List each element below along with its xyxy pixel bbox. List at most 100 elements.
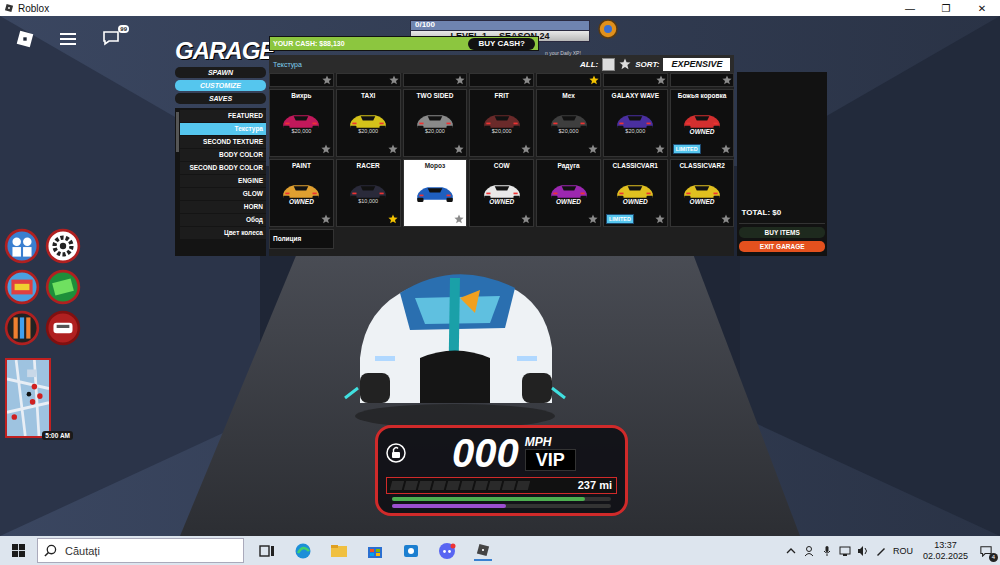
players-icon[interactable] [4,228,40,264]
hidden-icons-chevron-icon[interactable] [785,545,797,557]
item-card[interactable] [536,73,601,87]
window-control[interactable]: ✕ [964,0,1000,16]
photos-icon[interactable] [402,542,420,560]
item-card[interactable]: RACER$10,000 [336,159,401,227]
category-scrollbar[interactable] [176,112,179,152]
car-preview-icon [414,181,456,204]
category-item[interactable]: Обод [180,214,266,226]
garage-tab[interactable]: CUSTOMIZE [175,80,266,91]
category-item[interactable]: GLOW [180,188,266,200]
favorite-filter-star-icon[interactable] [619,58,631,70]
vehicle-icon[interactable] [45,310,81,346]
unlocked-padlock-icon[interactable] [386,443,406,463]
favorite-star-icon[interactable] [721,144,731,154]
microphone-icon[interactable] [821,545,833,557]
category-item[interactable]: BODY COLOR [180,149,266,161]
item-card[interactable]: CLASSICVAR2OWNED [670,159,735,227]
item-card[interactable]: TAXI$20,000 [336,89,401,157]
item-card[interactable] [603,73,668,87]
favorite-star-icon[interactable] [655,214,665,224]
minimap[interactable]: 5:00 AM [5,358,51,438]
item-name: COW [494,160,510,170]
item-card[interactable]: CLASSICVAR1OWNEDLIMITED [603,159,668,227]
item-card[interactable]: FRIT$20,000 [469,89,534,157]
buy-items-button[interactable]: BUY ITEMS [739,227,825,238]
pen-icon[interactable] [875,545,887,557]
item-card[interactable] [403,73,468,87]
category-item[interactable]: Текстура [180,123,266,135]
cash-icon[interactable] [45,269,81,305]
edge-browser-icon[interactable] [294,542,312,560]
favorite-star-icon[interactable] [388,214,398,224]
task-view-icon[interactable] [258,542,276,560]
item-card[interactable]: PAINTOWNED [269,159,334,227]
window-control[interactable]: — [892,0,928,16]
favorite-star-icon[interactable] [522,75,532,85]
people-icon[interactable] [803,545,815,557]
favorite-star-icon[interactable] [454,214,464,224]
chat-button[interactable]: 99 [102,30,122,48]
exit-garage-button[interactable]: EXIT GARAGE [739,241,825,252]
clock[interactable]: 13:3702.02.2025 [923,540,968,562]
taskbar-search[interactable]: Căutați [37,538,244,563]
garage-icon[interactable] [4,269,40,305]
item-card[interactable]: GALAXY WAVE$20,000 [603,89,668,157]
favorite-star-icon[interactable] [521,214,531,224]
category-item[interactable]: HORN [180,201,266,213]
item-card[interactable]: TWO SIDED$20,000 [403,89,468,157]
favorite-star-icon[interactable] [389,75,399,85]
favorite-star-icon[interactable] [589,75,599,85]
window-control[interactable]: ❐ [928,0,964,16]
favorite-star-icon[interactable] [588,214,598,224]
category-item[interactable]: SECOND TEXTURE [180,136,266,148]
category-item[interactable]: Цвет колеса [180,227,266,239]
favorite-star-icon[interactable] [655,144,665,154]
all-label: ALL: [580,60,598,69]
favorite-star-icon[interactable] [656,75,666,85]
favorite-star-icon[interactable] [722,75,732,85]
team-icon[interactable] [4,310,40,346]
item-card[interactable]: Полиция [269,229,334,249]
item-card[interactable]: COWOWNED [469,159,534,227]
network-icon[interactable] [839,545,851,557]
item-card[interactable]: Вихрь$20,000 [269,89,334,157]
garage-tab[interactable]: SPAWN [175,67,266,78]
notifications-button[interactable]: 4 [978,543,994,559]
garage-tab[interactable]: SAVES [175,93,266,104]
discord-icon[interactable] [438,542,456,560]
favorite-star-icon[interactable] [455,75,465,85]
file-explorer-icon[interactable] [330,542,348,560]
item-card[interactable]: РадугаOWNED [536,159,601,227]
roblox-menu-icon[interactable] [16,30,34,48]
item-card[interactable] [469,73,534,87]
item-card[interactable]: Божья коровкаOWNEDLIMITED [670,89,735,157]
buy-cash-button[interactable]: BUY CASH? [468,38,535,50]
boost-segment [432,481,446,490]
item-card[interactable] [269,73,334,87]
favorite-star-icon[interactable] [322,75,332,85]
category-item[interactable]: ENGINE [180,175,266,187]
store-icon[interactable] [366,542,384,560]
item-card[interactable]: Мороз [403,159,468,227]
all-checkbox[interactable] [602,58,615,71]
sort-dropdown[interactable]: EXPENSIVE [663,58,730,71]
category-item[interactable]: SECOND BODY COLOR [180,162,266,174]
favorite-star-icon[interactable] [321,214,331,224]
input-language[interactable]: ROU [893,546,913,556]
favorite-star-icon[interactable] [388,144,398,154]
windows-start-icon[interactable] [12,544,25,557]
season-reward-icon[interactable] [598,19,618,39]
favorite-star-icon[interactable] [454,144,464,154]
item-card[interactable] [336,73,401,87]
favorite-star-icon[interactable] [521,144,531,154]
item-card[interactable] [670,73,735,87]
favorite-star-icon[interactable] [588,144,598,154]
category-item[interactable]: FEATURED [180,110,266,122]
favorite-star-icon[interactable] [321,144,331,154]
volume-icon[interactable] [857,545,869,557]
item-card[interactable]: Мех$20,000 [536,89,601,157]
settings-gear-icon[interactable] [45,228,81,264]
roblox-app-icon[interactable] [474,541,492,561]
hamburger-icon[interactable] [60,33,76,45]
favorite-star-icon[interactable] [721,214,731,224]
